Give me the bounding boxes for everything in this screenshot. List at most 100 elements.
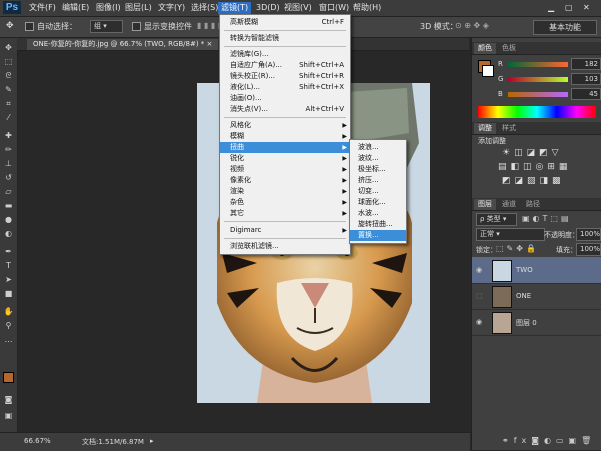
workspace-switcher[interactable]: 基本功能 bbox=[533, 20, 597, 35]
adjustment-icons-row-1[interactable]: ☀◫◪◩▽ bbox=[502, 148, 563, 158]
menu-item-lens-correction[interactable]: 镜头校正(R)... Shift+Ctrl+R bbox=[220, 71, 350, 82]
show-transform-checkbox[interactable] bbox=[132, 22, 141, 31]
layers-footer-icons[interactable]: ⚭fx◙◐▭▣🗑 bbox=[502, 436, 596, 445]
menu-item-stylize[interactable]: 风格化 ▶ bbox=[220, 120, 350, 131]
crop-tool-icon[interactable]: ⌗ bbox=[3, 98, 14, 109]
shape-tool-icon[interactable]: ■ bbox=[3, 288, 14, 299]
layer-row[interactable]: ◉ 图层 0 bbox=[472, 309, 601, 336]
quick-select-tool-icon[interactable]: ✎ bbox=[3, 84, 14, 95]
tab-paths[interactable]: 路径 bbox=[522, 199, 544, 210]
menu-item-distort[interactable]: 扭曲 ▶ bbox=[220, 142, 350, 153]
gradient-tool-icon[interactable]: ▬ bbox=[3, 200, 14, 211]
menu-item-noise[interactable]: 杂色 ▶ bbox=[220, 197, 350, 208]
layer-row[interactable]: □ ONE bbox=[472, 283, 601, 310]
more-tools-icon[interactable]: … bbox=[3, 334, 14, 345]
auto-select-dropdown[interactable]: 组 ▾ bbox=[90, 20, 123, 33]
stamp-tool-icon[interactable]: ⊥ bbox=[3, 158, 14, 169]
auto-select-checkbox[interactable] bbox=[25, 22, 34, 31]
tab-channels[interactable]: 通道 bbox=[498, 199, 520, 210]
layer-filter-dropdown[interactable]: ρ 类型 ▾ bbox=[476, 213, 517, 226]
menu-3d[interactable]: 3D(D) bbox=[253, 2, 283, 14]
hand-tool-icon[interactable]: ✋ bbox=[3, 306, 14, 317]
menu-item-gaussian-blur[interactable]: 高斯模糊 Ctrl+F bbox=[220, 17, 350, 28]
lock-icons[interactable]: ⬚✎✥🔒 bbox=[496, 244, 539, 253]
adjustment-icons-row-3[interactable]: ◩◪▨◨▩ bbox=[502, 176, 565, 186]
submenu-item-wave[interactable]: 波浪... bbox=[350, 142, 406, 153]
submenu-item-pinch[interactable]: 挤压... bbox=[350, 175, 406, 186]
move-tool-icon[interactable]: ✥ bbox=[3, 42, 14, 53]
b-slider[interactable] bbox=[508, 92, 568, 97]
menu-item-sharpen[interactable]: 锐化 ▶ bbox=[220, 153, 350, 164]
tab-layers[interactable]: 图层 bbox=[474, 199, 496, 210]
menu-item-render[interactable]: 渲染 ▶ bbox=[220, 186, 350, 197]
menu-layer[interactable]: 图层(L) bbox=[122, 2, 155, 14]
document-tab[interactable]: ONE-你复的-你复的.jpg @ 66.7% (TWO, RGB/8#) * … bbox=[27, 39, 219, 50]
visibility-eye-icon[interactable]: ◉ bbox=[476, 318, 484, 326]
menu-image[interactable]: 图像(I) bbox=[93, 2, 124, 14]
foreground-color-swatch[interactable] bbox=[3, 372, 14, 383]
menu-type[interactable]: 文字(Y) bbox=[155, 2, 188, 14]
b-value[interactable]: 45 bbox=[571, 88, 601, 100]
menu-select[interactable]: 选择(S) bbox=[188, 2, 221, 14]
submenu-item-ripple[interactable]: 波纹... bbox=[350, 153, 406, 164]
blur-tool-icon[interactable]: ● bbox=[3, 214, 14, 225]
marquee-tool-icon[interactable]: ⬚ bbox=[3, 56, 14, 67]
submenu-item-twirl[interactable]: 旋转扭曲... bbox=[350, 219, 406, 230]
submenu-item-shear[interactable]: 切变... bbox=[350, 186, 406, 197]
layer-row[interactable]: ◉ TWO bbox=[472, 257, 601, 284]
tab-swatches[interactable]: 色板 bbox=[498, 43, 520, 54]
menu-item-liquify[interactable]: 液化(L)... Shift+Ctrl+X bbox=[220, 82, 350, 93]
history-brush-tool-icon[interactable]: ↺ bbox=[3, 172, 14, 183]
zoom-tool-icon[interactable]: ⚲ bbox=[3, 320, 14, 331]
menu-item-browse-online-filters[interactable]: 浏览联机滤镜... bbox=[220, 241, 350, 252]
menu-edit[interactable]: 编辑(E) bbox=[59, 2, 92, 14]
background-color-swatch[interactable] bbox=[482, 65, 494, 77]
layer-filter-icons[interactable]: ▣◐T⬚▤ bbox=[522, 214, 572, 223]
pen-tool-icon[interactable]: ✒ bbox=[3, 246, 14, 257]
close-tab-icon[interactable]: × bbox=[207, 40, 213, 48]
tab-color[interactable]: 颜色 bbox=[474, 43, 496, 54]
eraser-tool-icon[interactable]: ▱ bbox=[3, 186, 14, 197]
menu-item-pixelate[interactable]: 像素化 ▶ bbox=[220, 175, 350, 186]
tab-styles[interactable]: 样式 bbox=[498, 123, 520, 134]
tab-adjustments[interactable]: 调整 bbox=[474, 123, 496, 134]
minimize-icon[interactable]: ▁ bbox=[545, 2, 557, 14]
menu-item-digimarc[interactable]: Digimarc ▶ bbox=[220, 225, 350, 236]
menu-file[interactable]: 文件(F) bbox=[26, 2, 59, 14]
menu-window[interactable]: 窗口(W) bbox=[316, 2, 352, 14]
menu-filter[interactable]: 滤镜(T) bbox=[218, 2, 252, 14]
brush-tool-icon[interactable]: ✏ bbox=[3, 144, 14, 155]
menu-view[interactable]: 视图(V) bbox=[281, 2, 315, 14]
zoom-level[interactable]: 66.67% bbox=[24, 437, 51, 445]
visibility-eye-icon[interactable]: ◉ bbox=[476, 266, 484, 274]
r-slider[interactable] bbox=[508, 62, 568, 67]
dodge-tool-icon[interactable]: ◐ bbox=[3, 228, 14, 239]
menu-item-oil-paint[interactable]: 油画(O)... bbox=[220, 93, 350, 104]
menu-item-video[interactable]: 视频 ▶ bbox=[220, 164, 350, 175]
close-icon[interactable]: ✕ bbox=[580, 2, 593, 14]
color-spectrum-bar[interactable] bbox=[478, 106, 596, 118]
healing-brush-tool-icon[interactable]: ✚ bbox=[3, 130, 14, 141]
submenu-item-spherize[interactable]: 球面化... bbox=[350, 197, 406, 208]
visibility-eye-icon[interactable]: □ bbox=[476, 292, 484, 300]
menu-item-filter-gallery[interactable]: 滤镜库(G)... bbox=[220, 49, 350, 60]
submenu-item-polar-coordinates[interactable]: 极坐标... bbox=[350, 164, 406, 175]
type-tool-icon[interactable]: T bbox=[3, 260, 14, 271]
fill-value[interactable]: 100% bbox=[576, 243, 601, 256]
eyedropper-tool-icon[interactable]: ⁄ bbox=[3, 112, 14, 123]
r-value[interactable]: 182 bbox=[571, 58, 601, 70]
menu-item-vanishing-point[interactable]: 消失点(V)... Alt+Ctrl+V bbox=[220, 104, 350, 115]
menu-help[interactable]: 帮助(H) bbox=[350, 2, 384, 14]
g-slider[interactable] bbox=[508, 77, 568, 82]
menu-item-convert-smart-filter[interactable]: 转换为智能滤镜 bbox=[220, 33, 350, 44]
restore-icon[interactable]: ▢ bbox=[562, 2, 576, 14]
submenu-item-zigzag[interactable]: 水波... bbox=[350, 208, 406, 219]
opacity-value[interactable]: 100% bbox=[576, 228, 601, 241]
3d-mode-icons[interactable]: ⊙ ⊕ ✥ ◈ bbox=[455, 21, 489, 30]
menu-item-adaptive-wide-angle[interactable]: 自适应广角(A)... Shift+Ctrl+A bbox=[220, 60, 350, 71]
screen-mode-icon[interactable]: ▣ bbox=[3, 410, 14, 421]
submenu-item-displace[interactable]: 置换... bbox=[350, 230, 406, 241]
blend-mode-dropdown[interactable]: 正常 ▾ bbox=[476, 228, 545, 241]
path-select-tool-icon[interactable]: ➤ bbox=[3, 274, 14, 285]
menu-item-blur[interactable]: 模糊 ▶ bbox=[220, 131, 350, 142]
